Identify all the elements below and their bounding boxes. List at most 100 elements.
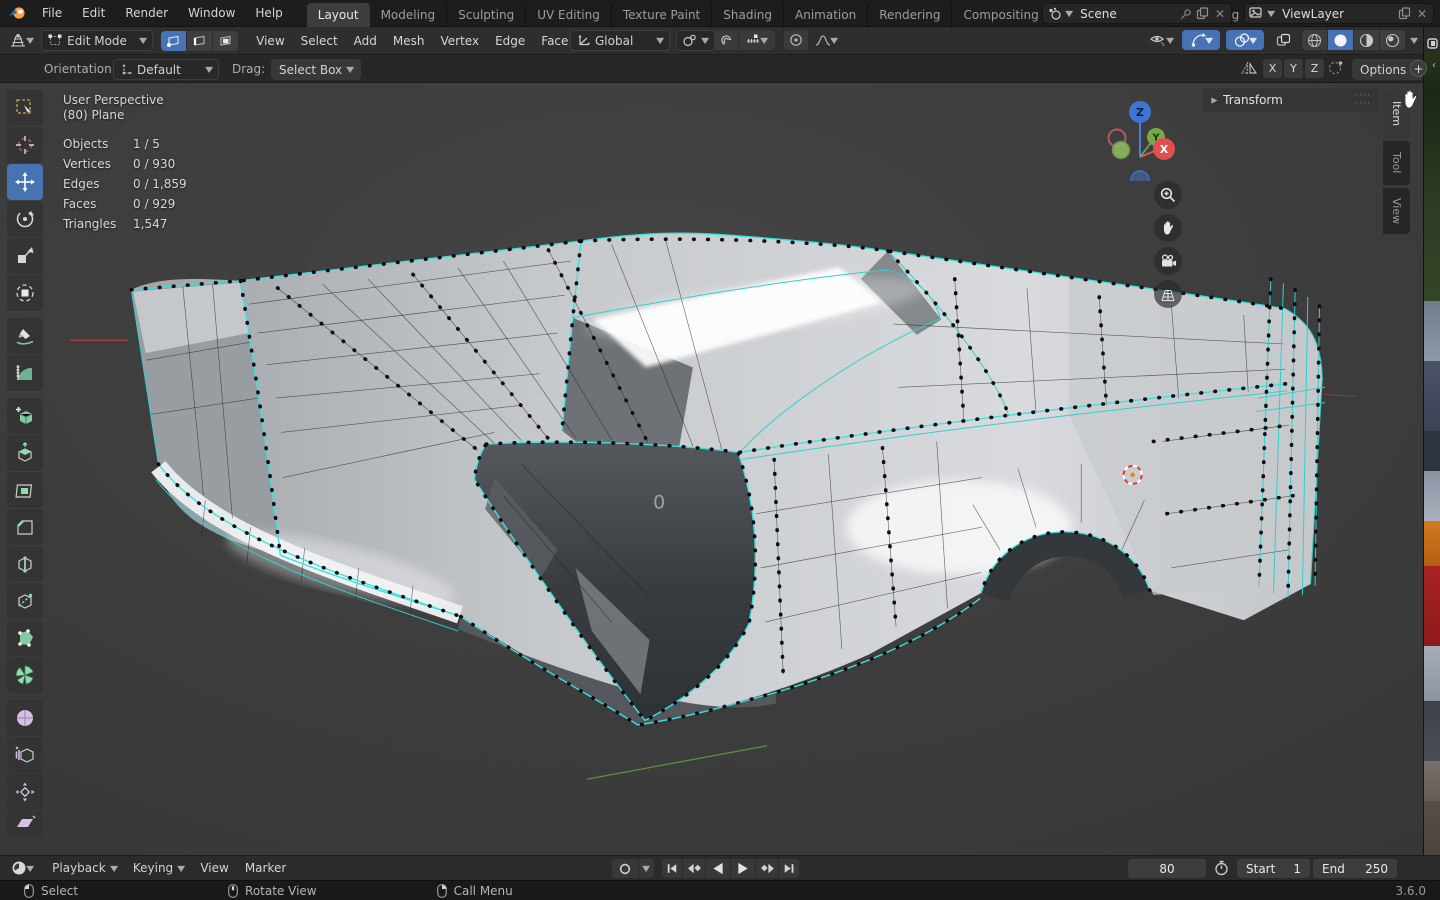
tool-select-box-button[interactable] <box>7 90 43 126</box>
mode-selector[interactable]: Edit Mode ▼ <box>41 30 154 51</box>
blender-logo-icon[interactable] <box>8 6 26 20</box>
workspace-tab-layout[interactable]: Layout <box>306 2 370 27</box>
menu-view[interactable]: View <box>248 27 292 55</box>
tool-annotate-button[interactable] <box>7 318 43 354</box>
strip-editor-icon[interactable] <box>1424 35 1440 51</box>
editor-type-button[interactable]: ▼ <box>6 31 36 51</box>
current-frame-field[interactable]: 80 <box>1128 859 1206 878</box>
play-button[interactable] <box>731 859 755 878</box>
transform-panel-header[interactable]: ▼ Transform ···· ···· <box>1203 88 1379 112</box>
playback-menu[interactable]: Playback ▼ <box>44 858 125 879</box>
tool-scale-button[interactable] <box>7 238 43 274</box>
play-reverse-button[interactable] <box>706 859 730 878</box>
navigation-gizmo[interactable]: Y Z X <box>1100 93 1192 181</box>
tool-shear-button[interactable] <box>7 811 43 837</box>
auto-keying-dropdown[interactable]: ▼ <box>639 859 654 878</box>
zoom-button[interactable] <box>1154 181 1182 209</box>
workspace-tab-shading[interactable]: Shading <box>712 2 784 27</box>
scene-selector[interactable]: ▼ Scene ✕ <box>1042 3 1232 24</box>
auto-keying-button[interactable] <box>612 859 638 878</box>
workspace-tab-texture-paint[interactable]: Texture Paint <box>612 2 713 27</box>
mirror-y-button[interactable]: Y <box>1284 59 1303 78</box>
workspace-tab-sculpting[interactable]: Sculpting <box>447 2 527 27</box>
edge-select-button[interactable] <box>187 30 213 51</box>
mirror-icon[interactable] <box>1240 60 1258 76</box>
rendered-shading-button[interactable] <box>1380 30 1406 50</box>
workspace-tab-compositing[interactable]: Compositing <box>952 2 1051 27</box>
transform-orientation-dropdown[interactable]: Global ▼ <box>570 30 670 51</box>
menu-select[interactable]: Select <box>293 27 346 55</box>
tool-spin-button[interactable] <box>7 657 43 693</box>
material-preview-button[interactable] <box>1354 30 1380 50</box>
workspace-tab-rendering[interactable]: Rendering <box>868 2 953 27</box>
tool-add-cube-button[interactable] <box>7 398 43 434</box>
proportional-falloff-button[interactable]: ▼ <box>809 30 843 50</box>
overlays-toggle-button[interactable]: ▼ <box>1226 30 1265 50</box>
scene-name[interactable]: Scene <box>1076 7 1121 21</box>
menu-vertex[interactable]: Vertex <box>433 27 488 55</box>
workspace-tab-animation[interactable]: Animation <box>784 2 869 27</box>
add-overlay-button[interactable]: + <box>1410 60 1427 77</box>
orientation-dropdown[interactable]: Default ▼ <box>113 59 219 80</box>
snap-toggle-button[interactable] <box>714 30 738 50</box>
pin-icon[interactable] <box>1180 8 1192 20</box>
menu-add[interactable]: Add <box>346 27 385 55</box>
snap-settings-button[interactable]: ▼ <box>739 30 775 50</box>
jump-to-end-button[interactable] <box>779 859 799 878</box>
tool-edge-slide-button[interactable] <box>7 737 43 773</box>
proportional-editing-button[interactable] <box>784 30 808 50</box>
drag-mode-dropdown[interactable]: Select Box ▼ <box>271 59 362 80</box>
tool-move-button[interactable] <box>7 164 43 200</box>
object-visibility-button[interactable]: ▼ <box>1147 30 1176 50</box>
gizmo-minus-z[interactable] <box>1130 170 1150 181</box>
tool-shrink-fatten-button[interactable] <box>7 774 43 810</box>
tool-bevel-button[interactable] <box>7 509 43 545</box>
timeline-marker-menu[interactable]: Marker <box>237 854 294 882</box>
wireframe-shading-button[interactable] <box>1302 30 1328 50</box>
tool-loop-cut-button[interactable] <box>7 546 43 582</box>
frame-end-field[interactable]: End 250 <box>1313 859 1397 878</box>
pivot-point-dropdown[interactable]: ▼ <box>676 30 716 51</box>
camera-view-button[interactable] <box>1154 247 1182 275</box>
gizmo-minus-y[interactable] <box>1111 140 1131 160</box>
collapse-arrow-icon[interactable]: ‹ <box>1432 60 1436 71</box>
tool-poly-build-button[interactable] <box>7 620 43 656</box>
jump-to-start-button[interactable] <box>662 859 682 878</box>
sidebar-tab-view[interactable]: View <box>1383 188 1410 234</box>
pan-button[interactable] <box>1154 214 1182 242</box>
keying-menu[interactable]: Keying ▼ <box>125 858 192 879</box>
viewlayer-name[interactable]: ViewLayer <box>1278 7 1348 21</box>
vertex-select-button[interactable] <box>161 30 187 51</box>
sidebar-tab-tool[interactable]: Tool <box>1383 141 1410 185</box>
xray-toggle-button[interactable] <box>1270 30 1296 50</box>
menu-help[interactable]: Help <box>245 0 292 26</box>
tool-knife-button[interactable] <box>7 583 43 619</box>
tool-extrude-region-button[interactable] <box>7 435 43 471</box>
menu-file[interactable]: File <box>32 0 72 26</box>
viewport-3d[interactable]: 0 User Perspective (80) Plane Objects 1 … <box>0 83 1440 855</box>
face-select-button[interactable] <box>213 30 239 51</box>
menu-window[interactable]: Window <box>178 0 245 26</box>
new-scene-icon[interactable] <box>1196 7 1209 20</box>
tool-smooth-button[interactable] <box>7 700 43 736</box>
menu-mesh[interactable]: Mesh <box>385 27 433 55</box>
adjacent-editor-strip[interactable] <box>1423 27 1440 880</box>
snap-base-icon[interactable] <box>1327 60 1344 75</box>
menu-render[interactable]: Render <box>115 0 178 26</box>
workspace-tab-modeling[interactable]: Modeling <box>370 2 448 27</box>
menu-edit[interactable]: Edit <box>72 0 115 26</box>
menu-edge[interactable]: Edge <box>487 27 533 55</box>
workspace-tab-uv-editing[interactable]: UV Editing <box>526 2 612 27</box>
tool-measure-button[interactable] <box>7 355 43 391</box>
timeline-view-menu[interactable]: View <box>192 854 236 882</box>
viewlayer-selector[interactable]: ▼ ViewLayer ✕ <box>1244 3 1434 24</box>
new-viewlayer-icon[interactable] <box>1398 7 1411 20</box>
timeline-editor-type-button[interactable]: ▼ <box>8 858 36 878</box>
tool-cursor-button[interactable] <box>7 127 43 163</box>
gizmos-toggle-button[interactable]: ▼ <box>1182 30 1221 50</box>
tool-rotate-button[interactable] <box>7 201 43 237</box>
previous-keyframe-button[interactable] <box>683 859 705 878</box>
close-icon[interactable]: ✕ <box>1415 7 1429 21</box>
stopwatch-icon[interactable] <box>1214 860 1229 876</box>
panel-grip-icon[interactable]: ···· ···· <box>1356 92 1371 109</box>
